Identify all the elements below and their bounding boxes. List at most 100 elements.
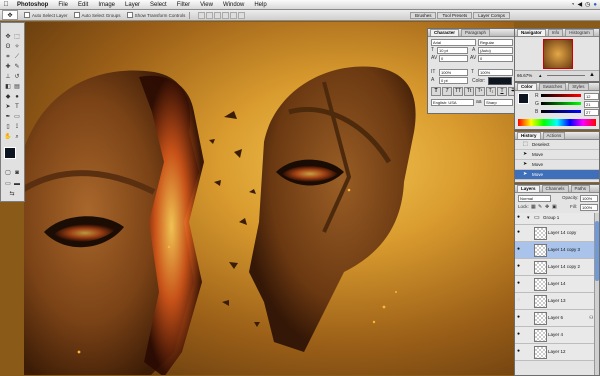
superscript-button[interactable]: T¹: [475, 87, 485, 96]
pen-tool-icon[interactable]: ✒: [4, 113, 12, 121]
crop-tool-icon[interactable]: ⌗: [4, 53, 12, 61]
eye-icon[interactable]: ○: [517, 297, 525, 305]
kerning-field[interactable]: 0: [439, 55, 468, 62]
red-value[interactable]: 12: [584, 93, 599, 100]
move-tool-preset-icon[interactable]: ✥: [2, 10, 18, 20]
foreground-color-swatch[interactable]: [4, 147, 16, 159]
tab-actions[interactable]: Actions: [542, 132, 566, 139]
well-tab-tool-presets[interactable]: Tool Presets: [437, 11, 473, 19]
faux-italic-button[interactable]: T: [442, 87, 452, 96]
menu-edit[interactable]: Edit: [73, 2, 93, 8]
green-slider[interactable]: [541, 102, 581, 105]
eraser-tool-icon[interactable]: ◧: [4, 83, 12, 91]
zoom-percentage[interactable]: 66.67%: [517, 73, 532, 78]
shape-tool-icon[interactable]: ▭: [13, 113, 21, 121]
disclosure-triangle-icon[interactable]: ▾: [527, 215, 530, 221]
layer-row[interactable]: ● Layer 12: [515, 344, 599, 361]
tracking-field[interactable]: 0: [478, 55, 513, 62]
blue-value[interactable]: 27: [584, 109, 599, 116]
tab-swatches[interactable]: Swatches: [538, 83, 567, 90]
tab-channels[interactable]: Channels: [541, 185, 569, 192]
tab-info[interactable]: Info: [547, 29, 564, 36]
layer-group[interactable]: ● ▾ ▭ Group 1: [515, 213, 599, 225]
eye-icon[interactable]: ●: [517, 214, 525, 222]
layer-row[interactable]: ● Layer 4: [515, 327, 599, 344]
slice-tool-icon[interactable]: ⟋: [13, 53, 21, 61]
menu-view[interactable]: View: [195, 2, 218, 8]
layers-scrollbar[interactable]: [594, 213, 599, 375]
menu-filter[interactable]: Filter: [172, 2, 195, 8]
menu-select[interactable]: Select: [145, 2, 172, 8]
clone-stamp-icon[interactable]: ⊥: [4, 73, 12, 81]
baseline-shift-field[interactable]: 0 pt: [439, 77, 468, 84]
eye-icon[interactable]: ●: [517, 331, 525, 339]
menu-window[interactable]: Window: [218, 2, 249, 8]
small-caps-button[interactable]: Tt: [464, 87, 474, 96]
show-transform-controls-checkbox[interactable]: Show Transform Controls: [126, 12, 185, 18]
path-selection-icon[interactable]: ➤: [4, 103, 12, 111]
layer-row-selected[interactable]: ● Layer 14 copy 3: [515, 242, 599, 259]
menu-help[interactable]: Help: [249, 2, 271, 8]
layer-row[interactable]: ● Layer 14 copy: [515, 225, 599, 242]
marquee-tool-icon[interactable]: ⬚: [13, 33, 21, 41]
clock-icon[interactable]: ◷: [585, 1, 590, 8]
eye-icon[interactable]: ●: [517, 229, 525, 237]
align-bottom-icon[interactable]: [214, 11, 222, 19]
zoom-tool-icon[interactable]: ⌕: [13, 133, 21, 141]
layer-row[interactable]: ● Layer 14: [515, 276, 599, 293]
eye-icon[interactable]: ●: [517, 246, 525, 254]
brush-tool-icon[interactable]: ✎: [13, 63, 21, 71]
eye-icon[interactable]: ●: [517, 263, 525, 271]
notes-tool-icon[interactable]: ▯: [4, 123, 12, 131]
move-tool-icon[interactable]: ✥: [4, 33, 12, 41]
align-top-icon[interactable]: [198, 11, 206, 19]
vertical-scale-field[interactable]: 100%: [439, 69, 468, 76]
layer-row[interactable]: ○ Layer 13: [515, 293, 599, 310]
history-item[interactable]: ➤ Move: [515, 150, 599, 160]
spotlight-icon[interactable]: ●: [593, 2, 597, 8]
tab-paths[interactable]: Paths: [570, 185, 591, 192]
font-family-select[interactable]: Arial: [431, 39, 476, 46]
anti-alias-select[interactable]: Sharp: [484, 99, 513, 106]
layer-row[interactable]: ● Layer 6 ⚇: [515, 310, 599, 327]
color-fg-swatch[interactable]: [518, 93, 529, 104]
eyedropper-tool-icon[interactable]: ⟟: [13, 123, 21, 131]
font-style-select[interactable]: Regular: [478, 39, 513, 46]
layer-row[interactable]: ● Layer 14 copy 2: [515, 259, 599, 276]
tab-navigator[interactable]: Navigator: [517, 29, 546, 36]
faux-bold-button[interactable]: T: [431, 87, 441, 96]
all-caps-button[interactable]: TT: [453, 87, 463, 96]
lock-transparency-icon[interactable]: ▦: [531, 204, 536, 210]
green-value[interactable]: 21: [584, 101, 599, 108]
menu-image[interactable]: Image: [93, 2, 120, 8]
quick-mask-icon[interactable]: ◙: [13, 169, 21, 177]
history-brush-icon[interactable]: ↺: [13, 73, 21, 81]
jump-to-imageready-icon[interactable]: ⇆: [8, 190, 16, 198]
type-tool-icon[interactable]: T: [13, 103, 21, 111]
blend-mode-select[interactable]: Normal: [518, 195, 551, 202]
lock-all-icon[interactable]: ▣: [552, 204, 557, 210]
auto-select-layer-checkbox[interactable]: Auto Select Layer: [24, 12, 68, 18]
subscript-button[interactable]: T₁: [486, 87, 496, 96]
gradient-tool-icon[interactable]: ▤: [13, 83, 21, 91]
menu-file[interactable]: File: [53, 2, 73, 8]
tab-paragraph[interactable]: Paragraph: [461, 29, 491, 36]
lock-position-icon[interactable]: ✥: [545, 204, 549, 210]
language-select[interactable]: English: USA: [431, 99, 474, 106]
tab-color[interactable]: Color: [517, 83, 537, 90]
tab-history[interactable]: History: [517, 132, 541, 139]
hand-tool-icon[interactable]: ✋: [4, 133, 12, 141]
opacity-field[interactable]: 100%: [580, 195, 598, 202]
screen-mode-2-icon[interactable]: ▬: [13, 180, 21, 188]
well-tab-brushes[interactable]: Brushes: [409, 11, 437, 19]
eye-icon[interactable]: ●: [517, 280, 525, 288]
tab-layers[interactable]: Layers: [517, 185, 540, 192]
screen-mode-1-icon[interactable]: ▭: [4, 180, 12, 188]
leading-field[interactable]: (Auto): [478, 47, 513, 54]
fill-field[interactable]: 100%: [580, 204, 598, 211]
red-slider[interactable]: [541, 94, 581, 97]
history-item[interactable]: ⬚ Deselect: [515, 140, 599, 150]
magic-wand-tool-icon[interactable]: ✧: [13, 43, 21, 51]
standard-mode-icon[interactable]: ▢: [4, 169, 12, 177]
zoom-out-icon[interactable]: ▴: [539, 73, 542, 79]
